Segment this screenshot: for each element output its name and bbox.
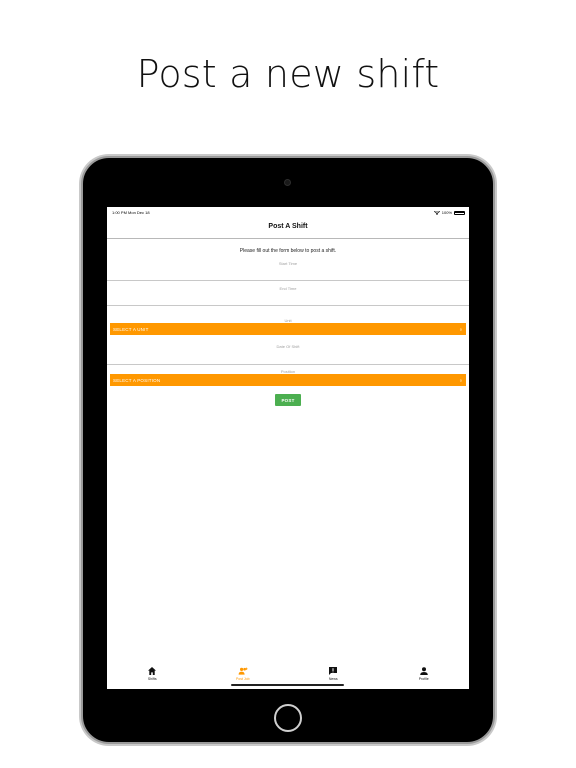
battery-percent: 100% — [441, 210, 452, 215]
tab-label: Profile — [418, 677, 429, 681]
position-select[interactable]: SELECT A POSITION ◊ — [110, 374, 466, 386]
unit-select[interactable]: SELECT A UNIT ◊ — [110, 323, 466, 335]
unit-select-text: SELECT A UNIT — [113, 326, 149, 332]
date-field[interactable] — [107, 364, 469, 365]
battery-icon — [454, 210, 465, 215]
tab-shifts[interactable]: Shifts — [107, 662, 198, 689]
status-indicators: 100% — [433, 210, 465, 215]
front-camera — [284, 179, 291, 186]
post-button[interactable]: POST — [275, 394, 301, 406]
page-title: Post A Shift — [268, 223, 308, 230]
news-alert-icon — [329, 667, 338, 675]
start-time-label: Start Time — [278, 261, 298, 266]
home-icon — [148, 667, 157, 675]
tab-profile[interactable]: Profile — [379, 662, 470, 689]
date-label: Date Of Shift — [276, 344, 300, 349]
dropdown-arrow-icon: ◊ — [459, 377, 462, 383]
dropdown-arrow-icon: ◊ — [459, 326, 462, 332]
status-time: 1:00 PM Mon Dec 18 — [112, 210, 150, 215]
tab-label: Post Job — [235, 677, 250, 681]
tab-label: Shifts — [147, 677, 157, 681]
person-icon — [419, 667, 428, 675]
end-time-field[interactable] — [107, 305, 469, 306]
tab-label: News — [328, 677, 338, 681]
wifi-icon — [433, 210, 440, 215]
form-instructions: Please fill out the form below to post a… — [239, 248, 337, 254]
start-time-field[interactable] — [107, 280, 469, 281]
marketing-headline: Post a new shift — [136, 52, 440, 96]
device-home-button[interactable] — [274, 704, 302, 732]
people-add-icon — [238, 667, 248, 675]
app-screen: 1:00 PM Mon Dec 18 100% Post A Shift Ple… — [107, 207, 469, 689]
status-bar: 1:00 PM Mon Dec 18 100% — [107, 207, 469, 217]
position-select-text: SELECT A POSITION — [113, 377, 161, 383]
navigation-bar: Post A Shift — [107, 217, 469, 239]
end-time-label: End Time — [279, 286, 297, 291]
home-indicator — [231, 684, 344, 686]
